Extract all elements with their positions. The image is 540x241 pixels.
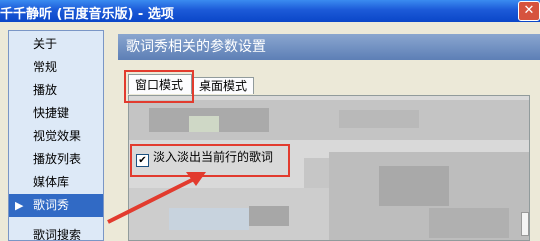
blurred-content: [379, 166, 449, 206]
panel-header: 歌词秀相关的参数设置: [118, 34, 540, 60]
sidebar-item-label: 关于: [33, 37, 58, 51]
sidebar-item-label: 播放: [33, 83, 58, 97]
sidebar-item-label: 歌词秀: [33, 198, 70, 212]
blurred-content: [339, 110, 419, 128]
option-highlight-box: [130, 144, 290, 177]
sidebar-item-about[interactable]: 关于: [9, 33, 103, 56]
close-button[interactable]: ✕: [518, 1, 540, 21]
sidebar-item-lyrics-show[interactable]: ▶ 歌词秀: [9, 194, 103, 217]
blurred-content: [429, 208, 509, 238]
sidebar-item-label: 常规: [33, 60, 58, 74]
settings-panel: 歌词秀相关的参数设置 窗口模式 桌面模式 ✔ 淡入淡出当前行的歌词: [110, 30, 540, 241]
close-icon: ✕: [523, 3, 535, 18]
tab-highlight-box: [124, 70, 194, 103]
title-bar: 千千静听 (百度音乐版) - 选项 ✕: [0, 0, 540, 22]
sidebar-item-playback[interactable]: 播放: [9, 79, 103, 102]
tab-label: 桌面模式: [199, 79, 248, 93]
sidebar-item-label: 播放列表: [33, 152, 82, 166]
blurred-content: [169, 208, 249, 230]
sidebar-item-label: 媒体库: [33, 175, 70, 189]
tab-desktop-mode[interactable]: 桌面模式: [192, 77, 254, 94]
blurred-content: [189, 116, 219, 132]
sidebar-item-label: 快捷键: [33, 106, 70, 120]
sidebar-item-label: 歌词搜索: [33, 228, 82, 241]
sidebar-item-hotkeys[interactable]: 快捷键: [9, 102, 103, 125]
scrollbar[interactable]: [521, 212, 529, 236]
sidebar-item-lyrics-search[interactable]: 歌词搜索: [9, 224, 103, 241]
sidebar-item-media-library[interactable]: 媒体库: [9, 171, 103, 194]
sidebar-item-label: 视觉效果: [33, 129, 82, 143]
sidebar-item-general[interactable]: 常规: [9, 56, 103, 79]
blurred-content: [249, 206, 289, 226]
selected-arrow-icon: ▶: [15, 199, 24, 212]
options-sidebar: 关于 常规 播放 快捷键 视觉效果 播放列表 媒体库 ▶ 歌词秀 歌词搜索: [8, 30, 104, 241]
sidebar-item-playlist[interactable]: 播放列表: [9, 148, 103, 171]
sidebar-item-visual-effects[interactable]: 视觉效果: [9, 125, 103, 148]
window-title: 千千静听 (百度音乐版) - 选项: [0, 7, 174, 22]
